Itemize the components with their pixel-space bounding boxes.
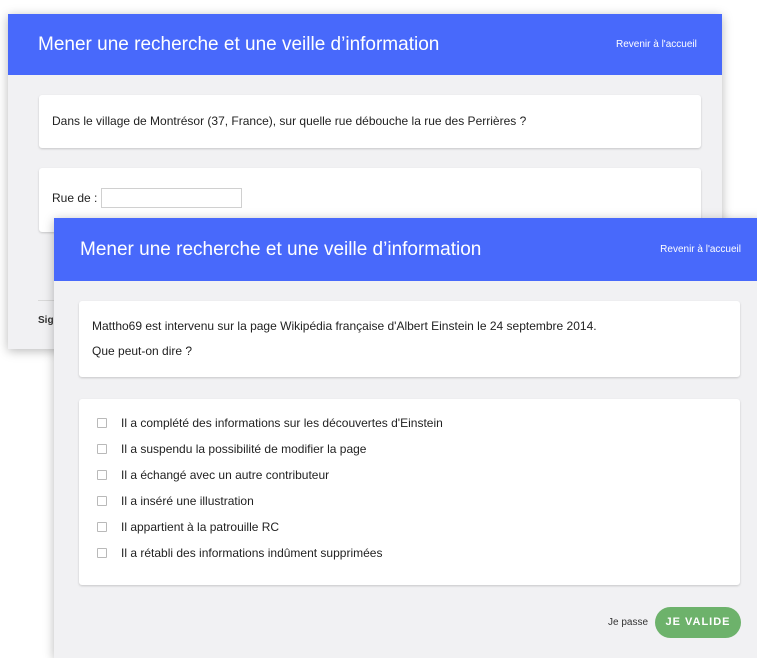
answer-label: Rue de : [52, 191, 98, 205]
back-page-title: Mener une recherche et une veille d’info… [38, 34, 440, 55]
checkbox[interactable] [97, 496, 107, 506]
option-label: Il a rétabli des informations indûment s… [121, 546, 383, 560]
option-item[interactable]: Il a suspendu la possibilité de modifier… [97, 441, 366, 457]
option-item[interactable]: Il a complété des informations sur les d… [97, 415, 443, 431]
options-card: Il a complété des informations sur les d… [79, 399, 740, 585]
option-item[interactable]: Il a échangé avec un autre contributeur [97, 467, 329, 483]
checkbox[interactable] [97, 444, 107, 454]
back-header: Mener une recherche et une veille d’info… [8, 14, 722, 75]
front-header: Mener une recherche et une veille d’info… [54, 218, 757, 281]
front-quiz-window: Mener une recherche et une veille d’info… [54, 218, 757, 658]
back-home-link[interactable]: Revenir à l'accueil [616, 14, 722, 75]
checkbox[interactable] [97, 470, 107, 480]
validate-button[interactable]: JE VALIDE [655, 607, 741, 638]
option-label: Il appartient à la patrouille RC [121, 520, 280, 534]
back-question-card: Dans le village de Montrésor (37, France… [39, 95, 701, 148]
back-footer-text: Sig [38, 315, 54, 326]
street-answer-input[interactable] [101, 188, 242, 208]
checkbox[interactable] [97, 548, 107, 558]
checkbox[interactable] [97, 522, 107, 532]
option-label: Il a échangé avec un autre contributeur [121, 468, 330, 482]
front-page-title: Mener une recherche et une veille d’info… [80, 239, 482, 260]
option-label: Il a suspendu la possibilité de modifier… [121, 442, 367, 456]
option-item[interactable]: Il a rétabli des informations indûment s… [97, 545, 382, 561]
skip-button[interactable]: Je passe [608, 617, 648, 628]
option-item[interactable]: Il a inséré une illustration [97, 493, 254, 509]
question-text-line-2: Que peut-on dire ? [92, 344, 193, 358]
option-label: Il a complété des informations sur les d… [121, 416, 443, 430]
front-question-card: Mattho69 est intervenu sur la page Wikip… [79, 301, 740, 377]
option-item[interactable]: Il appartient à la patrouille RC [97, 519, 279, 535]
front-home-link[interactable]: Revenir à l'accueil [660, 218, 741, 281]
question-text-line-1: Mattho69 est intervenu sur la page Wikip… [92, 319, 597, 333]
checkbox[interactable] [97, 418, 107, 428]
back-question-text: Dans le village de Montrésor (37, France… [52, 114, 527, 128]
option-label: Il a inséré une illustration [121, 494, 254, 508]
